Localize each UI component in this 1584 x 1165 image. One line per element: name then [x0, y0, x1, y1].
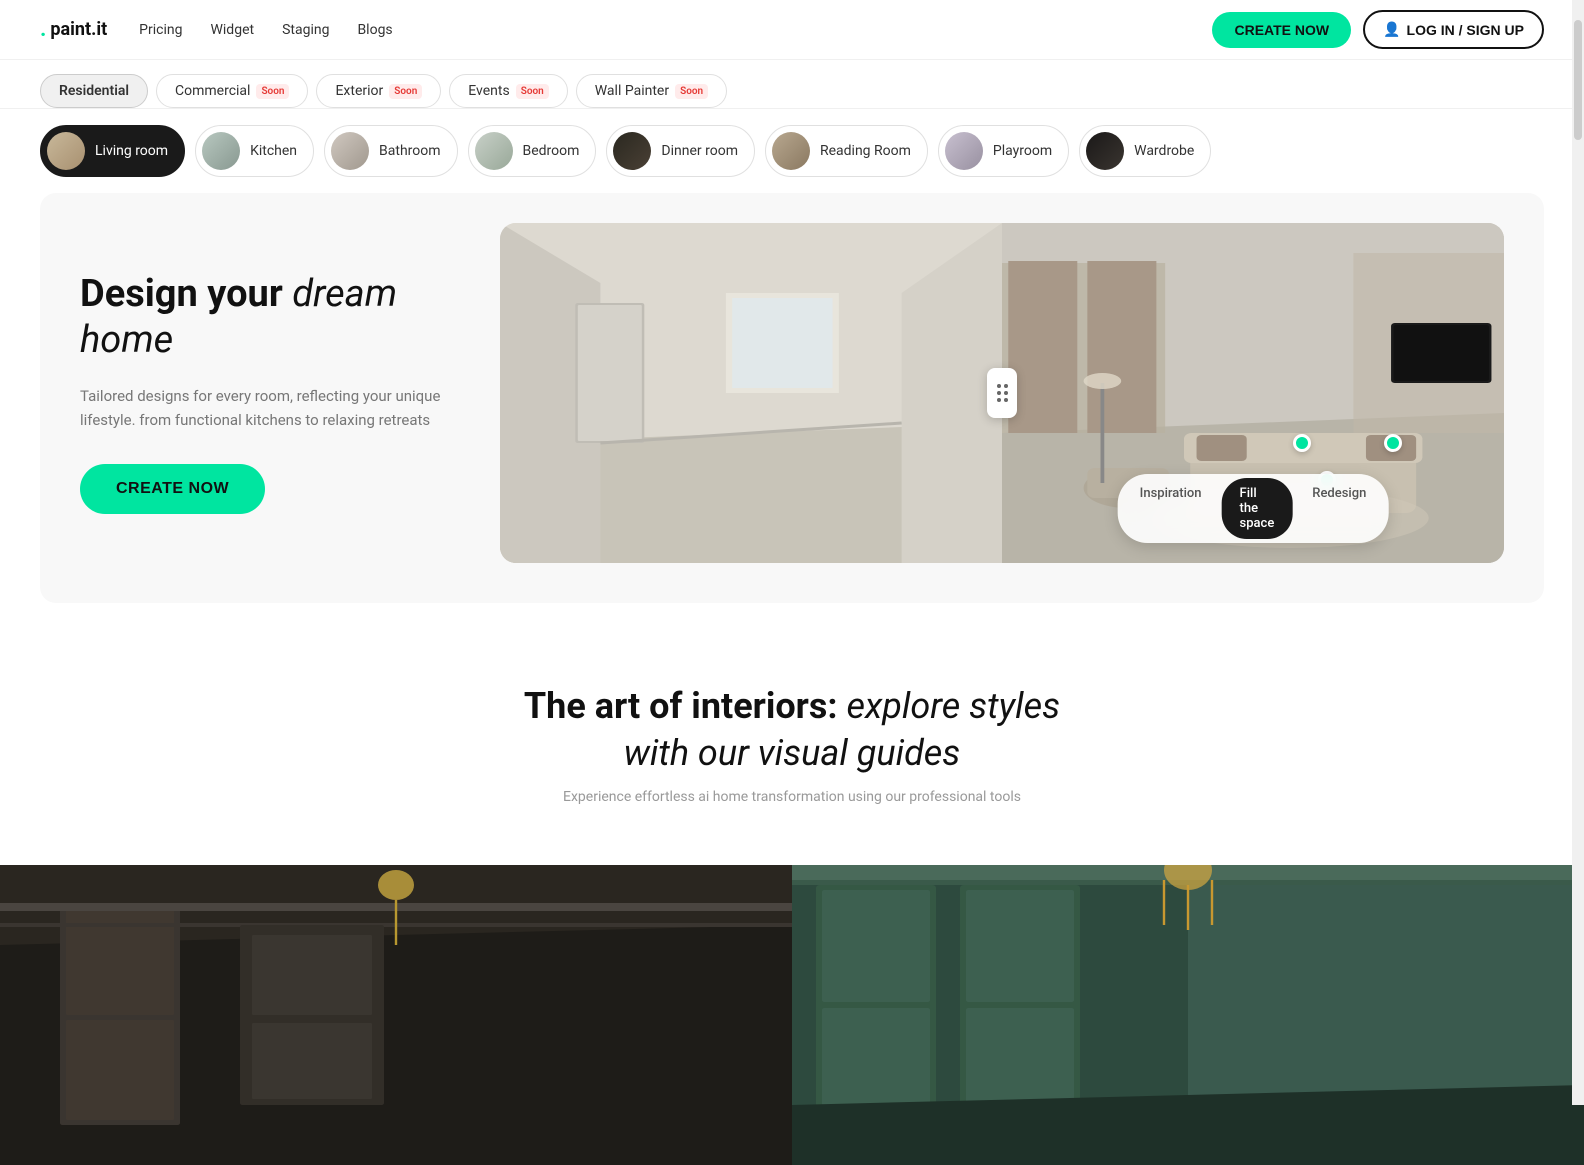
bottom-gallery [0, 865, 1584, 1165]
soon-badge-events: Soon [516, 84, 549, 99]
before-image [500, 223, 1002, 563]
room-thumb-dinner [613, 132, 651, 170]
soon-badge-wall-painter: Soon [675, 84, 708, 99]
tab-residential[interactable]: Residential [40, 74, 148, 108]
logo-text: paint.it [50, 19, 107, 40]
mode-redesign[interactable]: Redesign [1294, 478, 1384, 539]
room-dinner-room[interactable]: Dinner room [606, 125, 755, 177]
scrollbar-track [1572, 0, 1584, 1105]
tab-commercial[interactable]: Commercial Soon [156, 74, 308, 108]
room-bedroom[interactable]: Bedroom [468, 125, 597, 177]
tab-events[interactable]: Events Soon [449, 74, 567, 108]
room-thumb-wardrobe [1086, 132, 1124, 170]
empty-room-visual [500, 223, 1002, 563]
art-subtitle: Experience effortless ai home transforma… [40, 789, 1544, 805]
nav-blogs[interactable]: Blogs [357, 22, 392, 38]
art-section: The art of interiors: explore styleswith… [0, 623, 1584, 835]
interaction-dot-1[interactable] [1293, 434, 1311, 452]
nav-pricing[interactable]: Pricing [139, 22, 182, 38]
navbar-right: CREATE NOW 👤 LOG IN / SIGN UP [1212, 10, 1544, 49]
create-now-hero-button[interactable]: CREATE NOW [80, 464, 265, 514]
interaction-dot-2[interactable] [1384, 434, 1402, 452]
mode-inspiration[interactable]: Inspiration [1122, 478, 1220, 539]
hero-text: Design your dream home Tailored designs … [80, 272, 460, 513]
gallery-image-right [792, 865, 1584, 1165]
soon-badge-exterior: Soon [389, 84, 422, 99]
room-thumb-bathroom [331, 132, 369, 170]
room-living-room[interactable]: Living room [40, 125, 185, 177]
room-playroom[interactable]: Playroom [938, 125, 1069, 177]
mode-pills: Inspiration Fill the space Redesign [1118, 474, 1389, 543]
room-thumb-living [47, 132, 85, 170]
hero-description: Tailored designs for every room, reflect… [80, 384, 460, 432]
soon-badge-commercial: Soon [256, 84, 289, 99]
navbar-left: . paint.it Pricing Widget Staging Blogs [40, 17, 393, 42]
handle-dots-icon [997, 384, 1008, 402]
room-categories: Living room Kitchen Bathroom Bedroom Din… [0, 109, 1584, 193]
room-bathroom[interactable]: Bathroom [324, 125, 457, 177]
room-thumb-kitchen [202, 132, 240, 170]
nav-links: Pricing Widget Staging Blogs [139, 22, 392, 38]
logo[interactable]: . paint.it [40, 17, 107, 42]
room-thumb-playroom [945, 132, 983, 170]
room-reading-room[interactable]: Reading Room [765, 125, 928, 177]
login-button[interactable]: 👤 LOG IN / SIGN UP [1363, 10, 1544, 49]
art-title: The art of interiors: explore styleswith… [40, 683, 1544, 777]
tab-wall-painter[interactable]: Wall Painter Soon [576, 74, 727, 108]
hero-section: Design your dream home Tailored designs … [40, 193, 1544, 603]
scrollbar-thumb[interactable] [1574, 20, 1582, 140]
user-icon: 👤 [1383, 21, 1400, 38]
mode-fill-space[interactable]: Fill the space [1222, 478, 1293, 539]
after-image: Inspiration Fill the space Redesign [1002, 223, 1504, 563]
create-now-nav-button[interactable]: CREATE NOW [1212, 12, 1351, 48]
navbar: . paint.it Pricing Widget Staging Blogs … [0, 0, 1584, 60]
image-comparison[interactable]: Inspiration Fill the space Redesign [500, 223, 1504, 563]
room-thumb-reading [772, 132, 810, 170]
gallery-image-left [0, 865, 792, 1165]
nav-widget[interactable]: Widget [210, 22, 254, 38]
nav-staging[interactable]: Staging [282, 22, 329, 38]
category-tabs: Residential Commercial Soon Exterior Soo… [0, 60, 1584, 109]
logo-dot: . [40, 17, 46, 42]
room-kitchen[interactable]: Kitchen [195, 125, 314, 177]
hero-title: Design your dream home [80, 272, 460, 363]
room-wardrobe[interactable]: Wardrobe [1079, 125, 1211, 177]
room-thumb-bedroom [475, 132, 513, 170]
tab-exterior[interactable]: Exterior Soon [316, 74, 441, 108]
comparison-handle[interactable] [987, 368, 1017, 418]
